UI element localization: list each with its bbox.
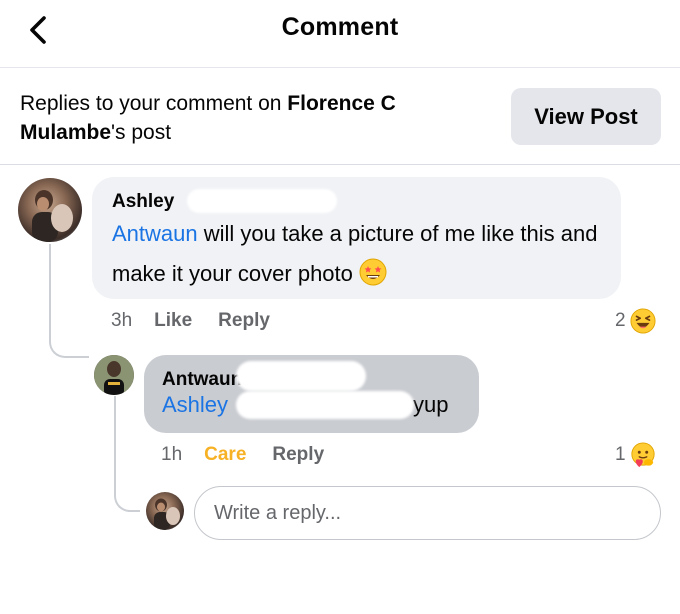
view-post-button[interactable]: View Post — [511, 88, 661, 145]
context-prefix: Replies to your comment on — [20, 92, 288, 115]
top-bar: Comment — [0, 0, 680, 68]
mention-link[interactable]: Antwaun — [112, 221, 198, 246]
page-title: Comment — [281, 13, 399, 41]
reaction-summary[interactable]: 1 — [615, 442, 656, 468]
thread-connector — [114, 396, 140, 512]
reaction-count: 1 — [615, 444, 626, 465]
like-button[interactable]: Like — [154, 310, 192, 332]
redaction — [236, 361, 366, 391]
comment-time: 3h — [111, 310, 133, 331]
thread-connector — [49, 244, 89, 358]
context-suffix: 's post — [111, 121, 172, 144]
redaction — [187, 189, 337, 213]
profile-photo-icon — [32, 190, 73, 242]
avatar[interactable] — [18, 178, 82, 242]
reply-body: yup — [413, 392, 449, 417]
comment-text: Antwaun will you take a picture of me li… — [112, 214, 612, 294]
profile-photo-icon — [94, 355, 134, 395]
laughing-emoji-icon — [630, 308, 656, 334]
comment-bubble[interactable]: Ashley Antwaun will you take a picture o… — [92, 177, 621, 299]
star-struck-emoji-icon — [359, 258, 387, 286]
context-description: Replies to your comment on Florence C Mu… — [20, 89, 460, 147]
comment-actions: 3h Like Reply — [111, 310, 296, 332]
redaction — [236, 391, 414, 419]
reply-button[interactable]: Reply — [272, 444, 324, 466]
comment-author[interactable]: Ashley — [112, 191, 174, 213]
reply-bubble[interactable]: Antwaun Ashley yup — [144, 355, 479, 433]
mention-link[interactable]: Ashley — [162, 392, 228, 417]
reply-actions: 1h Care Reply — [161, 444, 350, 466]
reply-context-banner: Replies to your comment on Florence C Mu… — [0, 69, 680, 165]
reaction-summary[interactable]: 2 — [615, 308, 656, 334]
reply-button[interactable]: Reply — [218, 310, 270, 332]
reply-author[interactable]: Antwaun — [162, 369, 242, 391]
reply-time: 1h — [161, 444, 183, 465]
avatar[interactable] — [94, 355, 134, 395]
reply-input[interactable] — [194, 486, 661, 540]
profile-photo-icon — [154, 498, 180, 530]
current-user-avatar — [146, 492, 184, 530]
care-reaction-button[interactable]: Care — [204, 444, 246, 466]
care-emoji-icon — [630, 442, 655, 468]
reaction-count: 2 — [615, 310, 626, 331]
